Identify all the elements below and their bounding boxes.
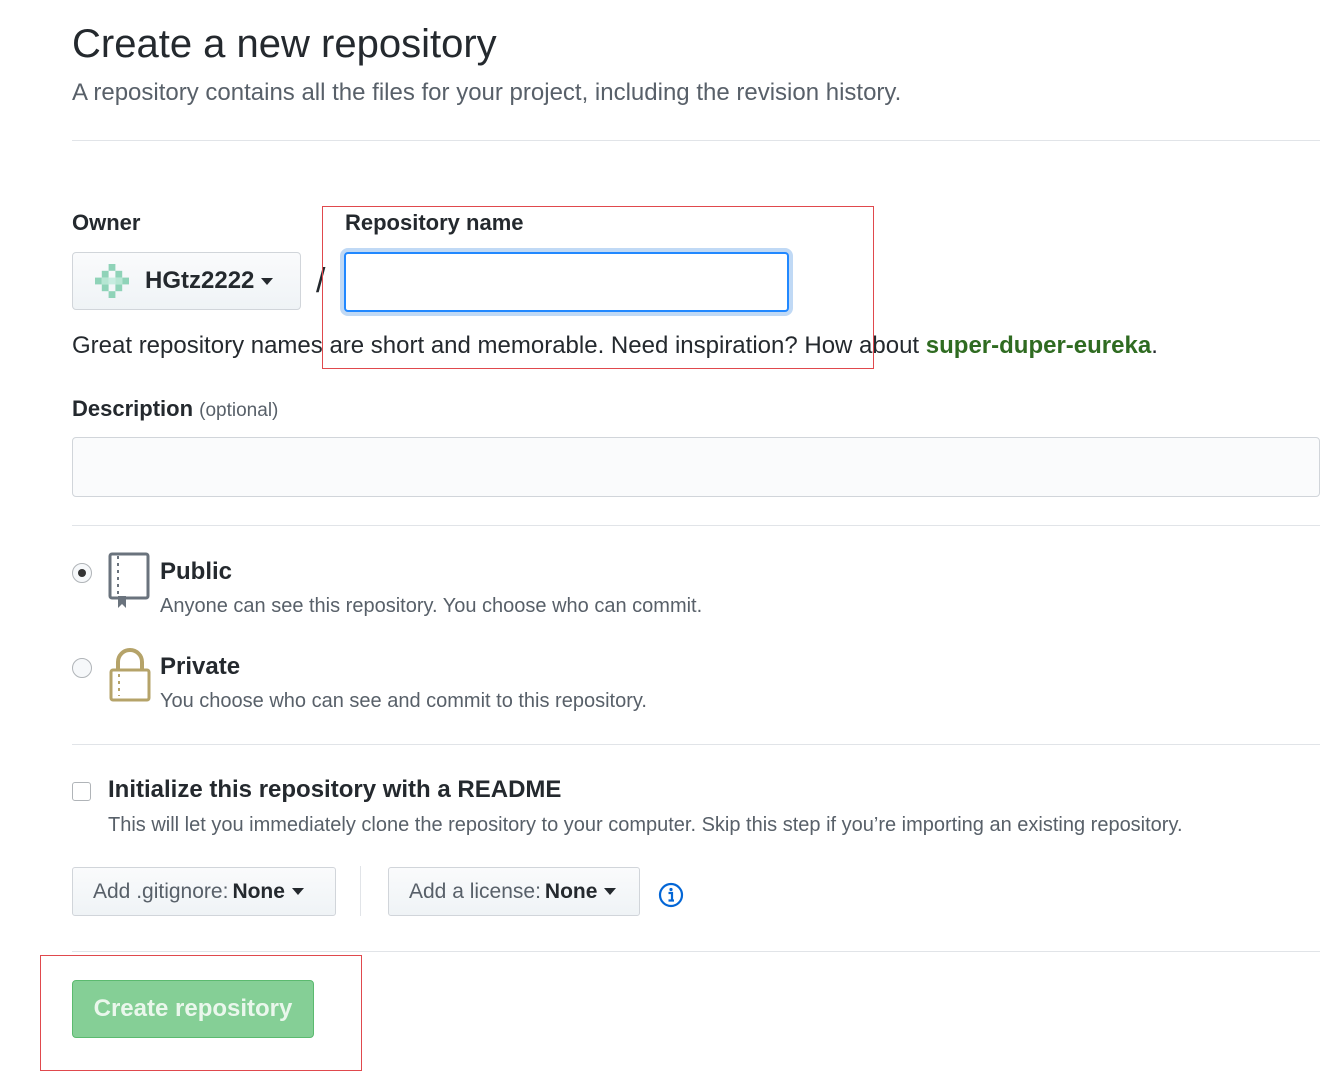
repo-book-icon <box>108 552 150 608</box>
readme-checkbox[interactable] <box>72 782 91 801</box>
name-hint-suffix: . <box>1151 332 1158 359</box>
description-label-text: Description <box>72 396 194 421</box>
select-separator <box>360 866 361 916</box>
header-divider <box>72 140 1320 141</box>
license-value: None <box>544 879 598 903</box>
page-subtitle: A repository contains all the files for … <box>72 79 902 106</box>
owner-repo-separator: / <box>316 262 326 300</box>
name-hint: Great repository names are short and mem… <box>72 332 1158 360</box>
caret-down-icon <box>261 277 274 285</box>
private-radio[interactable] <box>72 658 92 678</box>
public-description: Anyone can see this repository. You choo… <box>160 595 703 617</box>
description-label: Description (optional) <box>72 396 278 422</box>
license-prefix: Add a license: <box>409 879 541 903</box>
lock-icon <box>109 648 151 702</box>
public-radio[interactable] <box>72 563 92 583</box>
owner-dropdown[interactable]: HGtz2222 <box>72 252 301 310</box>
gitignore-dropdown[interactable]: Add .gitignore: None <box>72 867 336 916</box>
identicon-avatar <box>95 264 129 298</box>
page-title: Create a new repository <box>72 22 497 66</box>
readme-title: Initialize this repository with a README <box>108 776 562 803</box>
info-icon[interactable] <box>658 882 684 908</box>
name-hint-text: Great repository names are short and mem… <box>72 332 926 359</box>
visibility-divider <box>72 744 1320 745</box>
description-input[interactable] <box>72 437 1320 497</box>
caret-down-icon <box>291 888 304 895</box>
create-repository-button[interactable]: Create repository <box>72 980 314 1038</box>
gitignore-value: None <box>232 879 285 903</box>
name-suggestion-text: super-duper-eureka <box>925 332 1152 359</box>
caret-down-icon <box>604 888 617 895</box>
description-optional-note: (optional) <box>199 400 279 421</box>
private-description: You choose who can see and commit to thi… <box>160 690 647 712</box>
owner-label: Owner <box>72 210 141 235</box>
repository-name-input[interactable] <box>344 252 789 312</box>
public-title: Public <box>160 558 233 585</box>
repository-name-label: Repository name <box>345 210 524 235</box>
options-divider <box>72 951 1320 952</box>
license-dropdown[interactable]: Add a license: None <box>388 867 640 916</box>
private-title: Private <box>160 653 241 680</box>
gitignore-prefix: Add .gitignore: <box>93 879 229 903</box>
description-divider <box>72 525 1320 526</box>
readme-description: This will let you immediately clone the … <box>108 814 1183 836</box>
owner-name: HGtz2222 <box>145 267 255 294</box>
name-suggestion-link[interactable]: super-duper-eureka <box>926 332 1151 359</box>
